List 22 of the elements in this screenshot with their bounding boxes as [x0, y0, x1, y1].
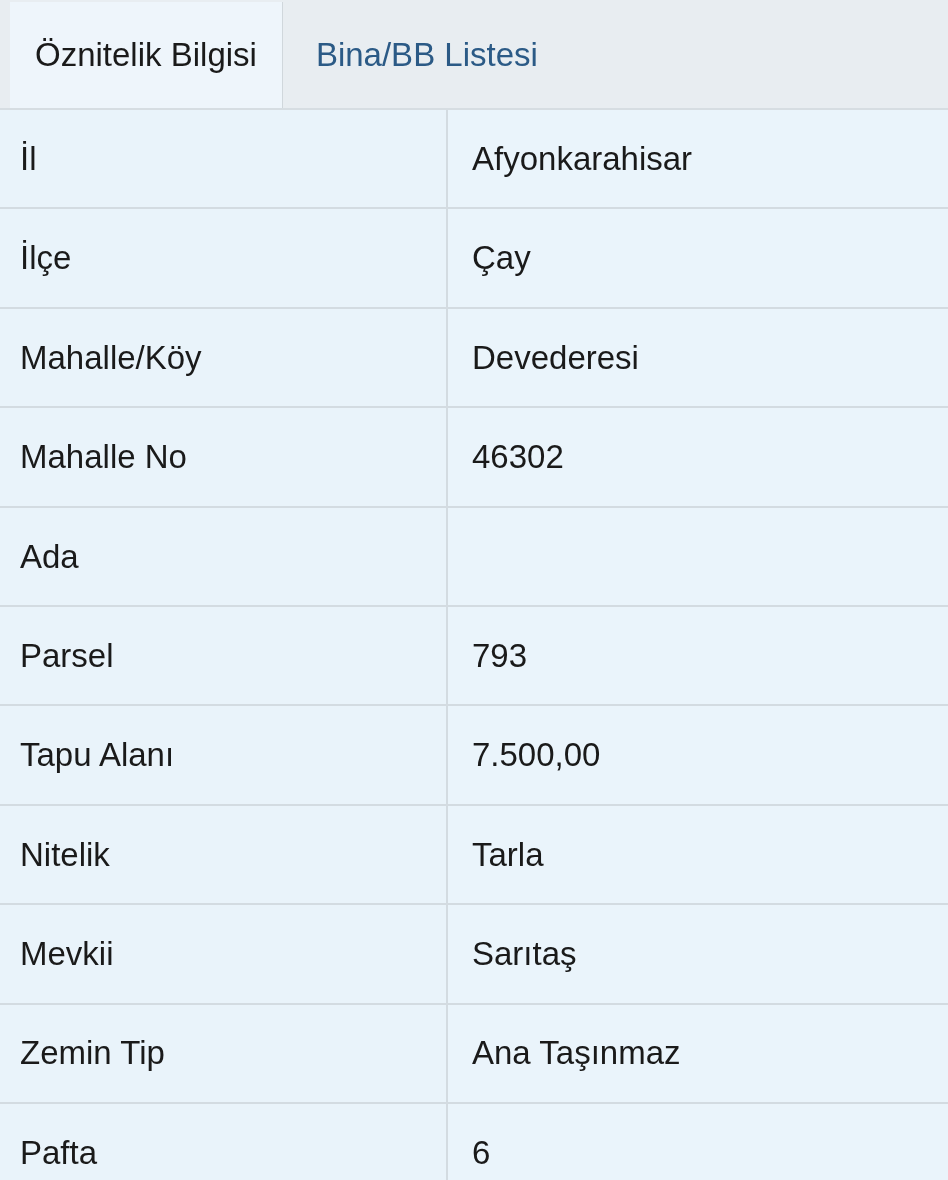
label-cell: Mahalle No — [0, 408, 448, 506]
label-cell: Tapu Alanı — [0, 706, 448, 804]
value-cell: 793 — [448, 606, 948, 705]
value-cell: Devederesi — [448, 308, 948, 407]
value-cell: 46302 — [448, 408, 948, 506]
label-cell: Ada — [0, 507, 448, 605]
value-cell: 7.500,00 — [448, 706, 948, 804]
label-cell: Nitelik — [0, 805, 448, 904]
label-cell: Mahalle/Köy — [0, 308, 448, 407]
label-cell: Zemin Tip — [0, 1004, 448, 1102]
label-cell: Mevkii — [0, 905, 448, 1003]
label-cell: İl — [0, 110, 448, 208]
value-cell: Ana Taşınmaz — [448, 1004, 948, 1102]
label-cell: Pafta — [0, 1103, 448, 1180]
value-cell: Afyonkarahisar — [448, 110, 948, 208]
value-cell: 6 — [448, 1103, 948, 1180]
label-cell: Parsel — [0, 606, 448, 705]
label-cell: İlçe — [0, 209, 448, 307]
value-cell: Sarıtaş — [448, 905, 948, 1003]
value-cell: Tarla — [448, 805, 948, 904]
value-cell: Çay — [448, 209, 948, 307]
tab[interactable]: Öznitelik Bilgisi — [10, 2, 283, 108]
